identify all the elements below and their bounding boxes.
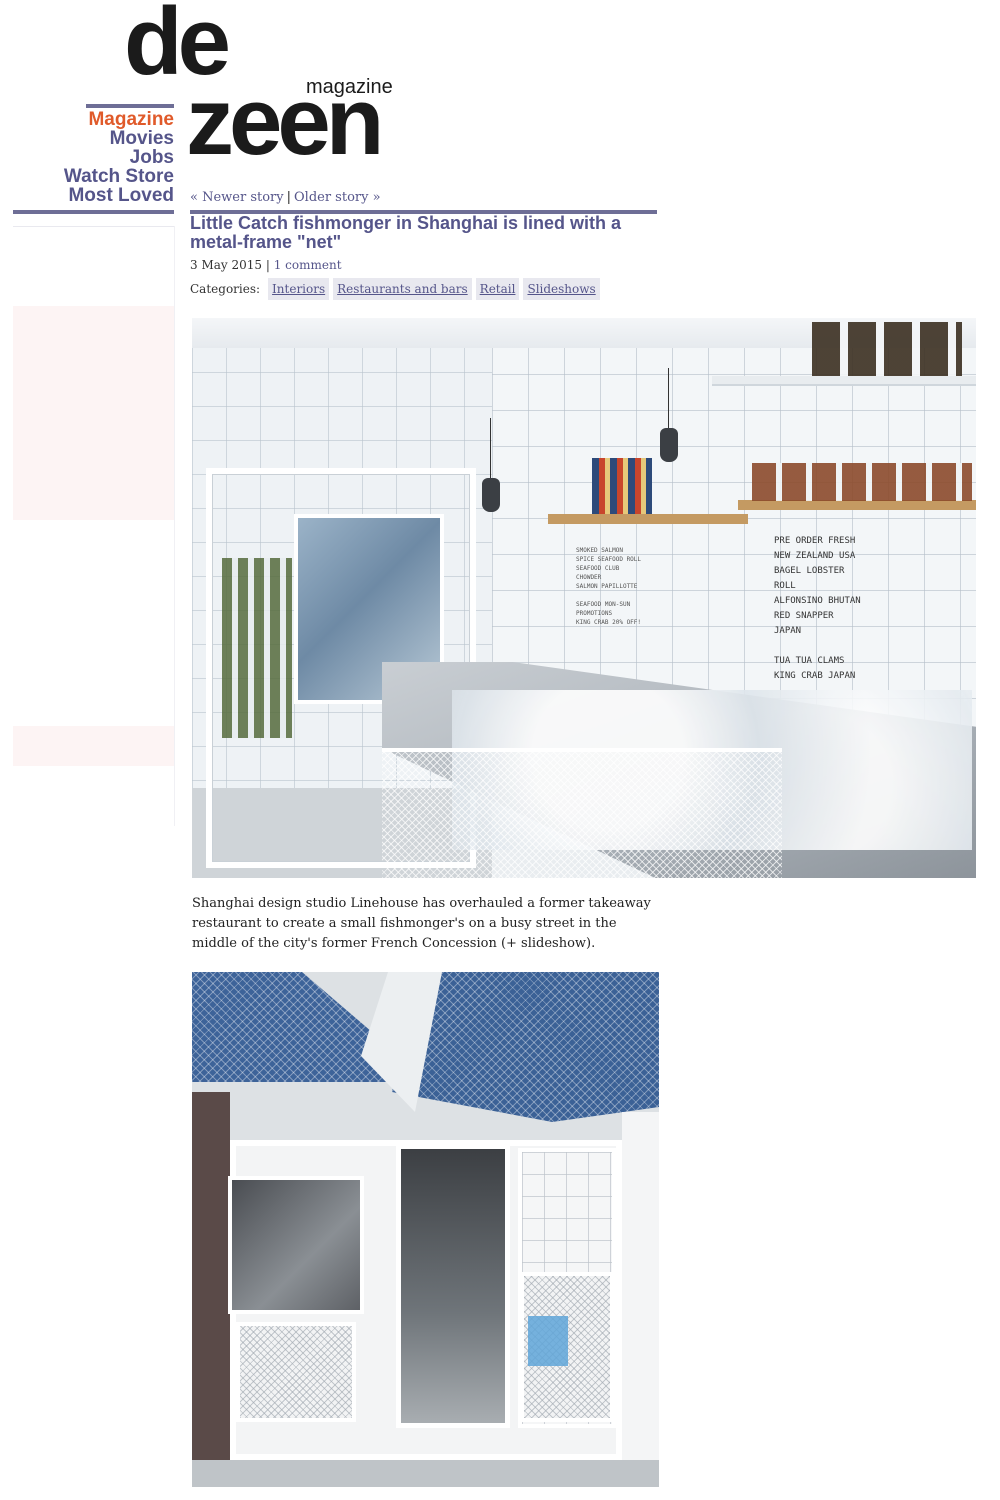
meta-separator: | [265,258,270,272]
photo-mesh-panel [382,748,782,878]
photo-side-wall-right [622,1112,659,1487]
photo-pavement [192,1460,659,1487]
sidebar-ad-slot [13,306,174,520]
article-photo-storefront[interactable] [192,972,659,1487]
photo-fresh-fish-board: PRE ORDER FRESH NEW ZEALAND USA BAGEL LO… [774,534,866,684]
menu-line: SEAFOOD MON-SUN [576,601,631,608]
article-title[interactable]: Little Catch fishmonger in Shanghai is l… [190,214,660,252]
photo-mesh-panel-left [236,1322,356,1422]
photo-bottles [812,322,962,376]
photo-wood-shelf-left [548,514,748,524]
board-line: PRE ORDER FRESH [774,536,856,546]
sidebar-vertical-divider [174,226,175,826]
menu-line: KING CRAB 20% OFF! [576,619,642,626]
nav-item-magazine[interactable]: Magazine [14,110,174,129]
menu-line: PROMOTIONS [576,610,613,617]
photo-wine-shelf [222,558,292,738]
sidebar-ad-slot-small [13,726,174,766]
nav-item-watch-store[interactable]: Watch Store [14,167,174,186]
photo-glass-door [396,1144,510,1428]
newer-story-link[interactable]: « Newer story [190,190,284,205]
article-meta: 3 May 2015 | 1 comment [190,258,342,272]
board-line: BAGEL LOBSTER ROLL [774,566,845,591]
older-story-link[interactable]: Older story » [294,190,381,205]
photo-books [592,458,652,514]
menu-line: CHOWDER [576,574,602,581]
nav-item-movies[interactable]: Movies [14,129,174,148]
category-tag-interiors[interactable]: Interiors [268,278,330,300]
story-pagination: « Newer story | Older story » [190,190,381,205]
photo-side-wall-left [192,1092,230,1487]
nav-bottom-divider [13,210,174,214]
board-line [774,639,866,654]
photo-menu-board: SMOKED SALMON SPICE SEAFOOD ROLL SEAFOOD… [576,546,696,627]
pendant-lamp-icon [660,368,678,462]
board-line: NEW ZEALAND USA [774,551,856,561]
board-line: KING CRAB JAPAN [774,671,856,681]
comments-link[interactable]: 1 comment [274,258,342,272]
article-categories: Categories: Interiors Restaurants and ba… [190,278,600,300]
menu-line: SEAFOOD CLUB [576,565,620,572]
logo-zeen: zeen [186,68,384,175]
board-line: TUA TUA CLAMS [774,656,845,666]
nav-top-divider [86,104,174,108]
nav-item-most-loved[interactable]: Most Loved [14,186,174,205]
nav-item-jobs[interactable]: Jobs [14,148,174,167]
article-intro: Shanghai design studio Linehouse has ove… [192,896,651,951]
sidebar-divider [13,226,174,227]
photo-shop-window [228,1176,364,1314]
side-nav: Magazine Movies Jobs Watch Store Most Lo… [14,110,174,205]
category-tag-slideshows[interactable]: Slideshows [523,278,600,300]
photo-top-shelf [712,376,976,386]
photo-wood-shelf-right [738,500,976,510]
categories-label: Categories: [190,282,261,296]
menu-line [576,591,696,600]
photo-blue-stool [528,1316,568,1366]
pendant-lamp-icon [482,418,500,512]
menu-line: SPICE SEAFOOD ROLL [576,556,642,563]
article-date: 3 May 2015 [190,258,263,272]
category-tag-restaurants-and-bars[interactable]: Restaurants and bars [333,278,472,300]
article-photo-interior[interactable]: SMOKED SALMON SPICE SEAFOOD ROLL SEAFOOD… [192,318,976,878]
board-line: RED SNAPPER JAPAN [774,611,834,636]
story-nav-separator: | [286,190,291,205]
category-tag-retail[interactable]: Retail [475,278,520,300]
menu-line: SALMON PAPILLOTTE [576,583,638,590]
menu-line: SMOKED SALMON [576,547,623,554]
photo-jars [752,463,972,501]
board-line: ALFONSINO BHUTAN [774,596,861,606]
